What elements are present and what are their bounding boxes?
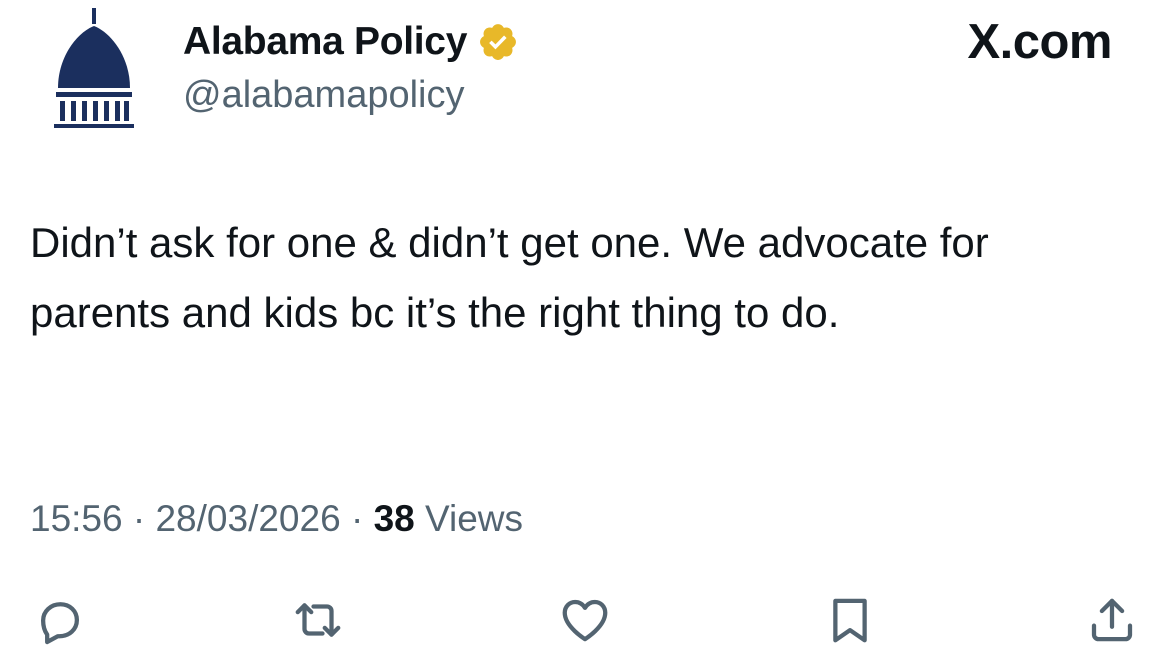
- like-button[interactable]: [555, 590, 615, 650]
- avatar[interactable]: [50, 8, 138, 130]
- tweet-meta: 15:56 · 28/03/2026 · 38 Views: [30, 493, 523, 545]
- share-button[interactable]: [1082, 590, 1142, 650]
- reply-icon: [40, 602, 80, 645]
- share-icon: [1091, 598, 1133, 642]
- tweet-text: Didn’t ask for one & didn’t get one. We …: [30, 219, 989, 336]
- retweet-icon: [295, 603, 341, 637]
- views-count: 38: [373, 498, 425, 539]
- retweet-button[interactable]: [288, 590, 348, 650]
- reply-button[interactable]: [30, 590, 90, 650]
- author-display-name[interactable]: Alabama Policy: [183, 20, 467, 64]
- views-label: Views: [425, 498, 524, 539]
- tweet-date[interactable]: 28/03/2026: [155, 498, 340, 539]
- capitol-dome-icon: [54, 8, 134, 128]
- heart-icon: [562, 599, 608, 642]
- bookmark-icon: [833, 598, 867, 643]
- tweet-card: Alabama Policy @alabamapolicy X.com Didn…: [0, 0, 1170, 671]
- verified-badge-icon: [480, 24, 517, 60]
- tweet-time[interactable]: 15:56: [30, 498, 123, 539]
- action-bar: [0, 590, 1170, 650]
- meta-separator: ·: [350, 498, 374, 539]
- brand-label: X.com: [967, 15, 1112, 69]
- author-handle[interactable]: @alabamapolicy: [183, 70, 465, 120]
- author-name-row[interactable]: Alabama Policy: [183, 14, 519, 70]
- bookmark-button[interactable]: [820, 590, 880, 650]
- meta-separator: ·: [132, 498, 156, 539]
